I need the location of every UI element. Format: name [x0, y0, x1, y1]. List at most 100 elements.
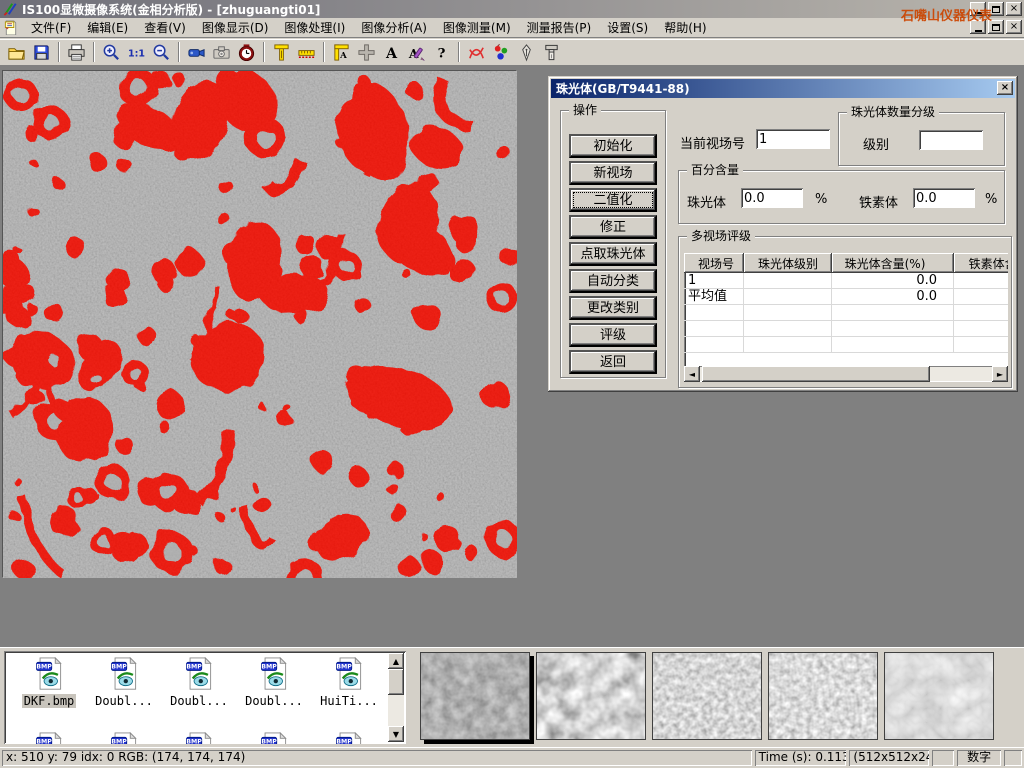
measure-text-button[interactable]: [329, 41, 354, 64]
table-row[interactable]: [684, 321, 1008, 337]
op-button-6[interactable]: 自动分类: [569, 269, 657, 293]
menu-item-9[interactable]: 设置(S): [599, 17, 656, 38]
file-item[interactable]: DKF.bmp: [13, 657, 85, 708]
op-button-3[interactable]: 二值化: [569, 188, 657, 212]
op-button-5[interactable]: 点取珠光体: [569, 242, 657, 266]
micrograph-image[interactable]: [2, 70, 516, 577]
print-button[interactable]: [64, 41, 89, 64]
mdi-restore-button[interactable]: [988, 20, 1004, 34]
mdi-minimize-button[interactable]: [970, 20, 986, 34]
pen-icon: [517, 43, 536, 62]
percent-group: 百分含量 珠光体 % 铁素体 %: [678, 170, 1005, 224]
op-button-4[interactable]: 修正: [569, 215, 657, 239]
file-item[interactable]: [313, 732, 385, 744]
timer-button[interactable]: [234, 41, 259, 64]
op-button-1[interactable]: 初始化: [569, 134, 657, 158]
zoom-out-button[interactable]: [149, 41, 174, 64]
window-controls: ×: [970, 2, 1022, 16]
vertical-caliper-button[interactable]: [269, 41, 294, 64]
dialog-close-button[interactable]: ×: [997, 81, 1013, 95]
annotation-button[interactable]: [404, 41, 429, 64]
table-horizontal-scrollbar[interactable]: ◄ ►: [684, 366, 1008, 382]
save-button[interactable]: [29, 41, 54, 64]
save-icon: [32, 43, 51, 62]
file-item[interactable]: [13, 732, 85, 744]
status-image-size: (512x512x24): [849, 750, 929, 766]
restore-button[interactable]: [988, 2, 1004, 16]
op-button-8[interactable]: 评级: [569, 323, 657, 347]
pen-button[interactable]: [514, 41, 539, 64]
curve-tool-button[interactable]: [464, 41, 489, 64]
file-item[interactable]: Doubl...: [88, 657, 160, 708]
minimize-button[interactable]: [970, 2, 986, 16]
table-row[interactable]: 10.0: [684, 273, 1008, 289]
file-item[interactable]: Doubl...: [238, 657, 310, 708]
column-header-2[interactable]: 珠光体级别: [744, 253, 832, 273]
table-row[interactable]: 平均值0.0: [684, 289, 1008, 305]
grade-level-input[interactable]: [919, 130, 983, 150]
current-field-input[interactable]: [756, 129, 830, 149]
table-row[interactable]: [684, 337, 1008, 353]
thumbnail-5[interactable]: [884, 652, 994, 740]
op-button-2[interactable]: 新视场: [569, 161, 657, 185]
file-item[interactable]: [238, 732, 310, 744]
column-header-4[interactable]: 铁素体含量(%): [954, 253, 1008, 273]
menu-item-8[interactable]: 测量报告(P): [519, 17, 600, 38]
file-item[interactable]: Doubl...: [163, 657, 235, 708]
op-button-7[interactable]: 更改类别: [569, 296, 657, 320]
menu-item-4[interactable]: 图像显示(D): [194, 17, 277, 38]
move-cross-button[interactable]: [354, 41, 379, 64]
menu-item-2[interactable]: 编辑(E): [79, 17, 136, 38]
file-item[interactable]: [163, 732, 235, 744]
menu-item-7[interactable]: 图像测量(M): [435, 17, 519, 38]
rating-table[interactable]: 视场号珠光体级别珠光体含量(%)铁素体含量(%) 10.0平均值0.0: [684, 253, 1008, 375]
actual-size-button[interactable]: [124, 41, 149, 64]
column-header-3[interactable]: 珠光体含量(%): [832, 253, 954, 273]
video-camera-button[interactable]: [184, 41, 209, 64]
status-position: x: 510 y: 79 idx: 0 RGB: (174, 174, 174): [2, 750, 752, 766]
status-time: Time (s): 0.113: [755, 750, 847, 766]
camera-button[interactable]: [209, 41, 234, 64]
thumbnail-1[interactable]: [420, 652, 530, 740]
scroll-right-button[interactable]: ►: [992, 366, 1008, 382]
scroll-down-button[interactable]: ▼: [388, 726, 404, 742]
move-cross-icon: [357, 43, 376, 62]
menu-item-10[interactable]: 帮助(H): [656, 17, 714, 38]
close-button[interactable]: ×: [1006, 2, 1022, 16]
scroll-left-button[interactable]: ◄: [684, 366, 700, 382]
file-list-scrollbar[interactable]: ▲ ▼: [388, 653, 404, 742]
open-button[interactable]: [4, 41, 29, 64]
ferrite-percent-input[interactable]: [913, 188, 975, 208]
help-button[interactable]: [429, 41, 454, 64]
bmp-file-icon: [259, 732, 289, 744]
thumbnail-2[interactable]: [536, 652, 646, 740]
file-item[interactable]: [88, 732, 160, 744]
thumbnail-3[interactable]: [652, 652, 762, 740]
table-row[interactable]: [684, 305, 1008, 321]
file-item[interactable]: HuiTi...: [313, 657, 385, 708]
file-list[interactable]: ▲ ▼ DKF.bmpDoubl...Doubl...Doubl...HuiTi…: [4, 651, 406, 744]
ruler-button[interactable]: [294, 41, 319, 64]
thumbnail-4[interactable]: [768, 652, 878, 740]
text-button[interactable]: [379, 41, 404, 64]
video-camera-icon: [187, 43, 206, 62]
zoom-in-button[interactable]: [99, 41, 124, 64]
document-icon[interactable]: [3, 20, 19, 35]
scroll-up-button[interactable]: ▲: [388, 653, 404, 669]
classification-button[interactable]: [489, 41, 514, 64]
menu-item-6[interactable]: 图像分析(A): [353, 17, 435, 38]
pearlite-percent-input[interactable]: [741, 188, 803, 208]
op-button-9[interactable]: 返回: [569, 350, 657, 374]
table-cell: [954, 337, 1008, 353]
table-cell: [954, 305, 1008, 321]
scrollbar-thumb[interactable]: [388, 669, 404, 695]
bmp-file-icon: [259, 657, 289, 691]
dialog-title-bar[interactable]: 珠光体(GB/T9441-88) ×: [551, 79, 1015, 98]
menu-item-5[interactable]: 图像处理(I): [276, 17, 353, 38]
scrollbar-thumb[interactable]: [702, 366, 930, 382]
menu-item-3[interactable]: 查看(V): [136, 17, 194, 38]
mdi-close-button[interactable]: ×: [1006, 20, 1022, 34]
flashlight-button[interactable]: [539, 41, 564, 64]
column-header-1[interactable]: 视场号: [684, 253, 744, 273]
menu-item-1[interactable]: 文件(F): [23, 17, 79, 38]
